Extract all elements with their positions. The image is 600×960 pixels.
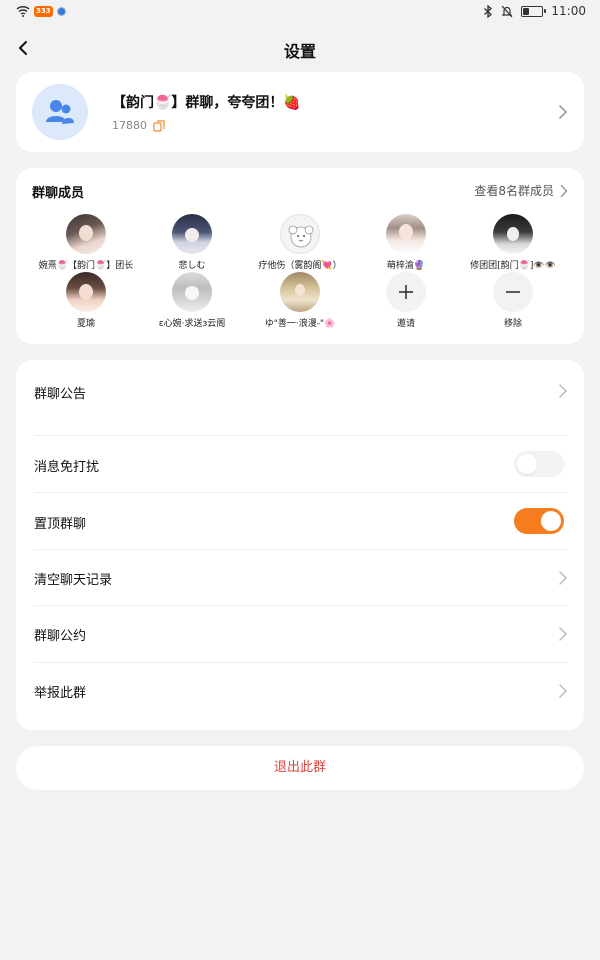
member-item[interactable]: ɛ心婉·求送з云阁	[136, 272, 248, 329]
toggle-knob	[517, 454, 537, 474]
member-name: 修团团[韵门🍧]👁️👁️	[470, 261, 556, 271]
member-item[interactable]: 悲しむ	[136, 214, 248, 271]
remove-label: 移除	[503, 319, 522, 329]
invite-label: 邀请	[396, 319, 415, 329]
member-name: 萌梓渝🔮	[386, 261, 426, 271]
row-do-not-disturb: 消息免打扰	[16, 436, 584, 493]
member-item[interactable]: 夏瑜	[30, 272, 142, 329]
member-name: ゆ"善一·浪漫-"🌸	[264, 319, 336, 329]
remove-circle	[493, 272, 533, 312]
members-card: 群聊成员 查看8名群成员 婉熹🍧【韵门🍧】团长 悲しむ 疗他伤（雾韵阁💘） 萌梓…	[16, 168, 584, 344]
member-name: 悲しむ	[178, 261, 206, 271]
group-info-card[interactable]: 【韵门🍧】群聊，夸夸团！🍓 17880	[16, 72, 584, 152]
group-avatar	[32, 84, 88, 140]
group-id: 17880	[112, 119, 147, 132]
header: 设置	[0, 30, 600, 66]
page-title: 设置	[283, 42, 316, 61]
invite-circle	[386, 272, 426, 312]
member-avatar	[172, 272, 212, 312]
chevron-right-icon	[559, 571, 568, 585]
copy-icon[interactable]	[153, 119, 165, 132]
member-avatar	[66, 214, 106, 254]
row-announcement[interactable]: 群聊公告	[16, 360, 584, 436]
chevron-right-icon	[559, 627, 568, 641]
do-not-disturb-toggle[interactable]	[514, 451, 564, 477]
view-all-members-link[interactable]: 查看8名群成员	[474, 182, 568, 199]
app-notification-icon	[56, 6, 66, 16]
battery-level	[523, 7, 530, 15]
status-right: 11:00	[483, 4, 586, 18]
battery-icon	[521, 5, 547, 17]
member-name: 疗他伤（雾韵阁💘）	[258, 261, 342, 271]
chevron-right-icon	[559, 684, 568, 698]
member-avatar	[66, 272, 106, 312]
chevron-right-icon	[559, 384, 568, 398]
members-title: 群聊成员	[32, 186, 85, 201]
member-avatar	[386, 214, 426, 254]
do-not-disturb-label: 消息免打扰	[34, 460, 100, 475]
pin-chat-toggle[interactable]	[514, 508, 564, 534]
status-bar: 333 11:00	[0, 0, 600, 26]
group-name: 【韵门🍧】群聊，夸夸团！🍓	[112, 95, 301, 111]
chevron-right-icon	[560, 184, 568, 197]
view-all-members-label: 查看8名群成员	[474, 184, 554, 198]
member-item[interactable]: ゆ"善一·浪漫-"🌸	[244, 272, 356, 329]
rules-label: 群聊公约	[34, 629, 87, 644]
row-report[interactable]: 举报此群	[16, 663, 584, 720]
toggle-knob	[541, 511, 561, 531]
member-item[interactable]: 疗他伤（雾韵阁💘）	[244, 214, 356, 271]
group-id-row: 17880	[112, 119, 165, 132]
row-rules[interactable]: 群聊公约	[16, 606, 584, 663]
clock: 11:00	[551, 4, 586, 18]
row-clear-history[interactable]: 清空聊天记录	[16, 550, 584, 607]
group-people-icon	[46, 100, 74, 124]
member-name: 婉熹🍧【韵门🍧】团长	[38, 261, 134, 271]
report-label: 举报此群	[34, 686, 87, 701]
invite-member-button[interactable]: 邀请	[350, 272, 462, 329]
member-item[interactable]: 修团团[韵门🍧]👁️👁️	[457, 214, 569, 271]
exit-group-button[interactable]: 退出此群	[16, 746, 584, 790]
plus-icon	[399, 285, 413, 299]
wifi-icon	[16, 5, 30, 17]
member-avatar	[493, 214, 533, 254]
minus-icon	[506, 291, 520, 293]
member-avatar	[172, 214, 212, 254]
mute-bell-icon	[501, 5, 513, 17]
clear-history-label: 清空聊天记录	[34, 573, 113, 588]
bluetooth-icon	[484, 4, 493, 18]
member-avatar	[280, 272, 320, 312]
status-left: 333	[16, 5, 66, 17]
row-pin-chat: 置顶群聊	[16, 493, 584, 550]
member-item[interactable]: 婉熹🍧【韵门🍧】团长	[30, 214, 142, 271]
announcement-label: 群聊公告	[34, 387, 87, 402]
cartoon-sheep-icon	[288, 225, 314, 248]
member-name: 夏瑜	[76, 319, 95, 329]
chevron-right-icon	[559, 105, 568, 119]
pin-chat-label: 置顶群聊	[34, 517, 87, 532]
member-avatar	[280, 214, 320, 254]
remove-member-button[interactable]: 移除	[457, 272, 569, 329]
member-item[interactable]: 萌梓渝🔮	[350, 214, 462, 271]
settings-card: 群聊公告 消息免打扰 置顶群聊 清空聊天记录 群聊公约 举报此群	[16, 360, 584, 730]
member-name: ɛ心婉·求送з云阁	[158, 319, 226, 329]
app-notification-badge: 333	[34, 5, 53, 17]
